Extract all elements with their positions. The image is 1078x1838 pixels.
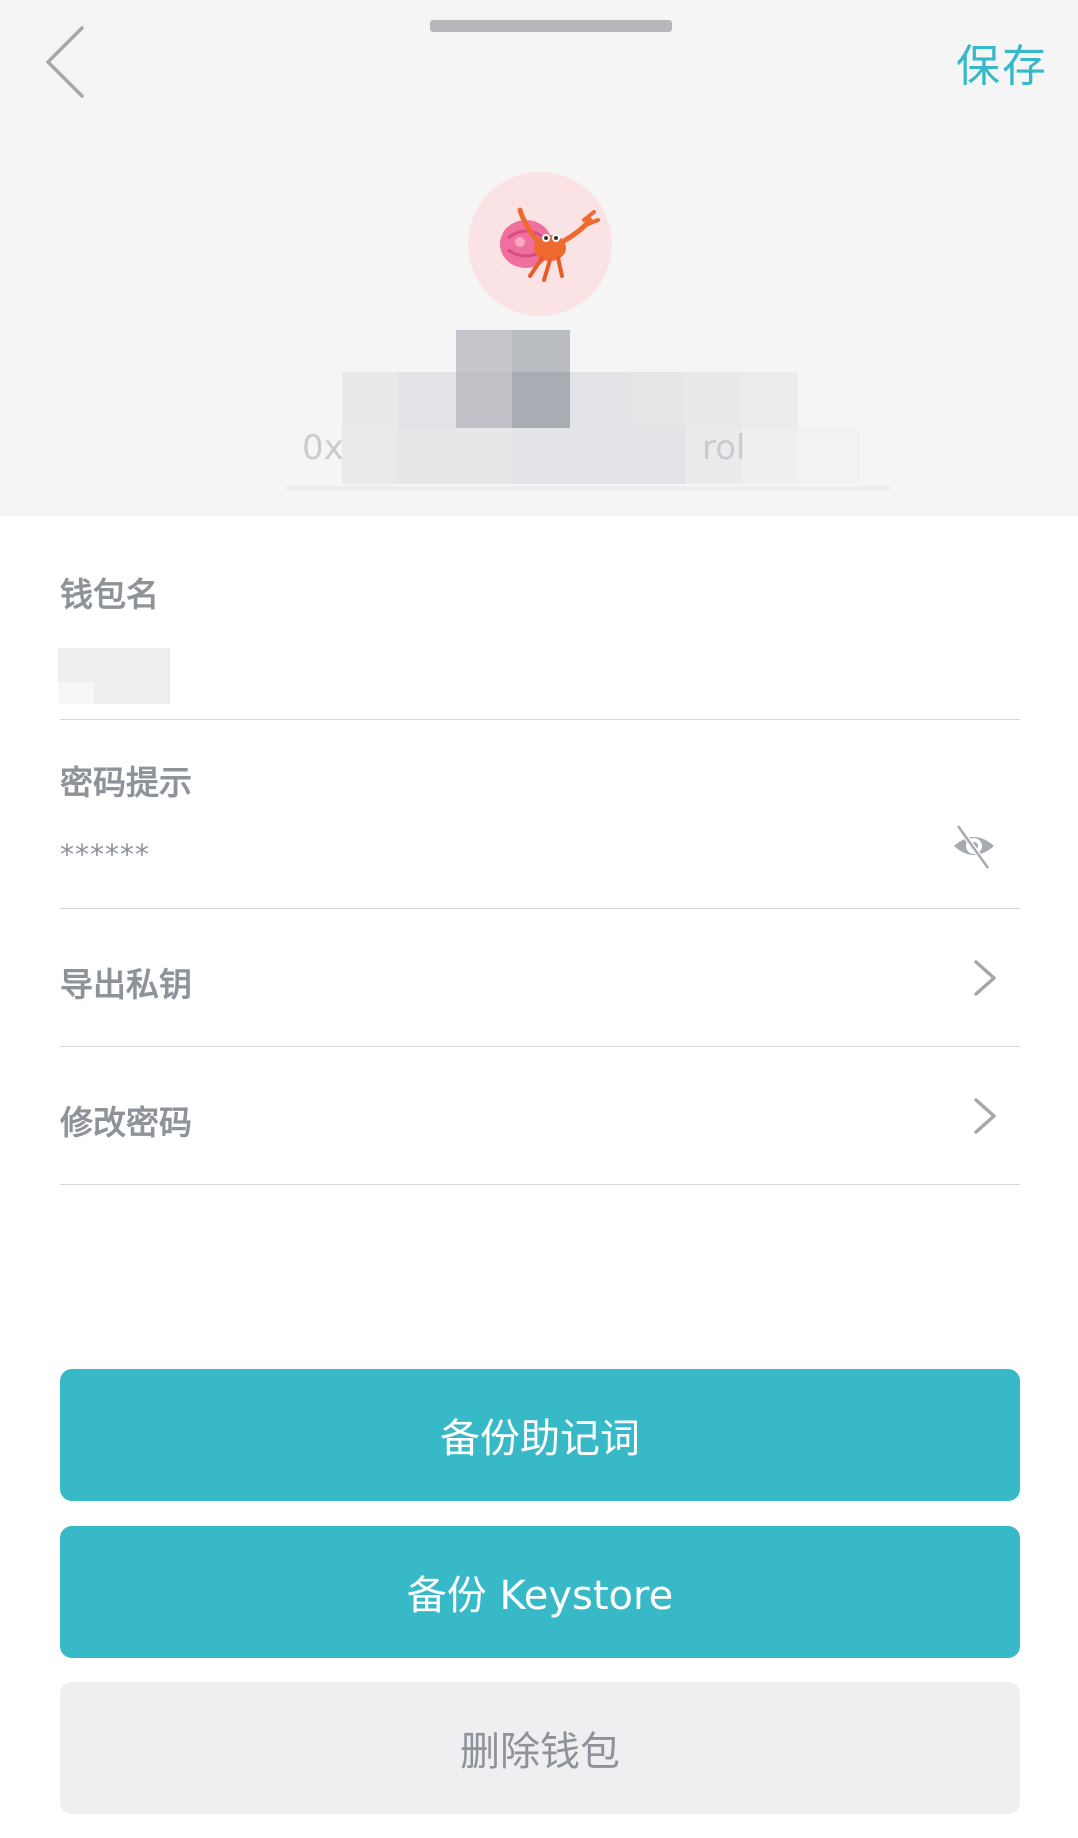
- wallet-header: 保存 0x rol: [0, 0, 1078, 516]
- chevron-right-icon: [974, 1098, 996, 1134]
- wallet-avatar[interactable]: [468, 172, 612, 316]
- address-suffix-fragment: rol: [702, 428, 746, 468]
- chevron-left-icon: [46, 26, 84, 98]
- backup-keystore-button[interactable]: 备份 Keystore: [60, 1526, 1020, 1658]
- delete-wallet-button[interactable]: 删除钱包: [60, 1682, 1020, 1814]
- backup-mnemonic-button[interactable]: 备份助记词: [60, 1369, 1020, 1501]
- address-underline: [285, 486, 891, 490]
- password-hint-value[interactable]: ******: [60, 838, 150, 871]
- password-hint-label: 密码提示: [60, 763, 192, 802]
- wallet-name-input[interactable]: [58, 648, 170, 704]
- back-button[interactable]: [36, 20, 106, 100]
- redacted-wallet-address: [280, 330, 900, 500]
- export-private-key-label: 导出私钥: [60, 965, 192, 1004]
- address-prefix-fragment: 0x: [302, 428, 344, 468]
- export-private-key-row[interactable]: [60, 909, 1020, 1047]
- change-password-row[interactable]: [60, 1047, 1020, 1185]
- eye-slash-icon[interactable]: [950, 822, 998, 870]
- save-button[interactable]: 保存: [956, 30, 1048, 94]
- change-password-label: 修改密码: [60, 1103, 192, 1142]
- wallet-name-section: [60, 516, 1020, 720]
- chevron-right-icon: [974, 960, 996, 996]
- wallet-name-label: 钱包名: [60, 575, 159, 614]
- drag-handle[interactable]: [430, 20, 672, 32]
- hermit-crab-icon: [500, 207, 600, 282]
- password-hint-section: [60, 720, 1020, 909]
